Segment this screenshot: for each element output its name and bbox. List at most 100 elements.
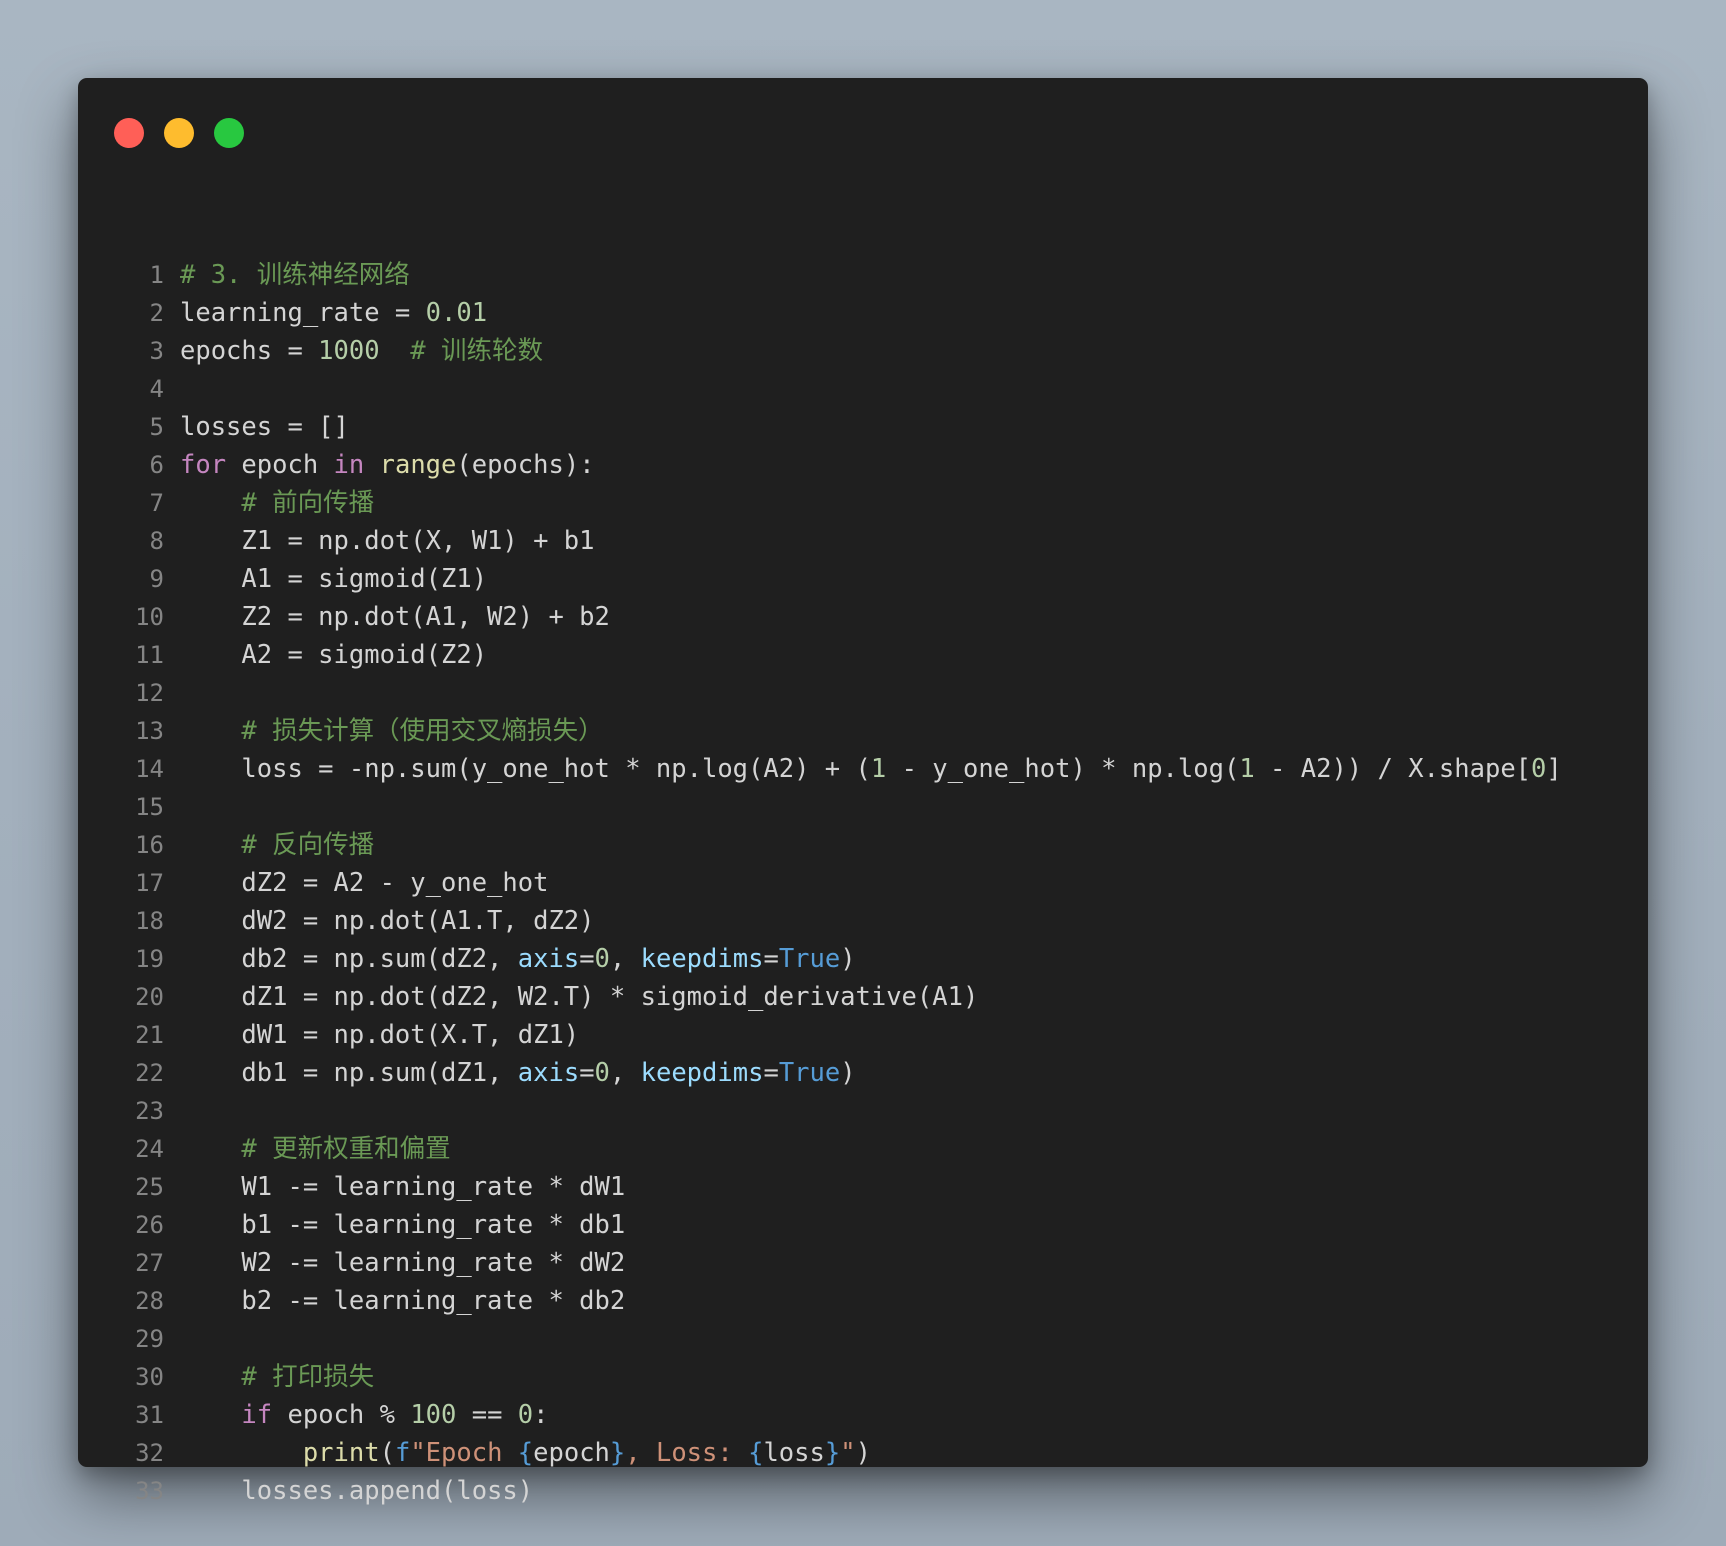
code-line: 13 # 损失计算（使用交叉熵损失）	[78, 712, 1648, 750]
code-token: 训练轮数	[441, 336, 544, 366]
code-text: losses = []	[180, 408, 349, 446]
code-token: dZ1 = np.dot(dZ2, W2.T) * sigmoid_deriva…	[180, 982, 979, 1012]
code-token: W1 -= learning_rate * dW1	[180, 1172, 626, 1202]
code-text: W1 -= learning_rate * dW1	[180, 1168, 625, 1206]
code-line: 31 if epoch % 100 == 0:	[78, 1396, 1648, 1434]
code-token: A2 = sigmoid(Z2)	[180, 640, 488, 670]
line-number: 21	[135, 1021, 164, 1049]
code-line: 15	[78, 788, 1648, 826]
code-token: ]	[1546, 754, 1562, 784]
line-number: 1	[149, 261, 164, 289]
line-number: 19	[135, 945, 164, 973]
line-number: 9	[149, 565, 164, 593]
code-window: 1 # 3. 训练神经网络 2 learning_rate = 0.01 3 epochs…	[78, 78, 1648, 1506]
code-line: 20 dZ1 = np.dot(dZ2, W2.T) * sigmoid_der…	[78, 978, 1648, 1016]
code-token: 1000	[318, 336, 380, 366]
code-text: db1 = np.sum(dZ1, axis=0, keepdims=True)	[180, 1054, 855, 1092]
code-line: 33 losses.append(loss)	[78, 1472, 1648, 1510]
code-text: W2 -= learning_rate * dW2	[180, 1244, 625, 1282]
code-token: ,	[609, 944, 641, 974]
code-token: Z1 = np.dot(X, W1) + b1	[180, 526, 595, 556]
code-line: 23	[78, 1092, 1648, 1130]
code-token: in	[333, 450, 365, 480]
code-token: Z2 = np.dot(A1, W2) + b2	[180, 602, 610, 632]
code-token: True	[778, 1058, 841, 1088]
line-number: 12	[135, 679, 164, 707]
code-line: 6 for epoch in range(epochs):	[78, 446, 1648, 484]
code-token: dZ2 = A2 - y_one_hot	[180, 868, 549, 898]
code-token: 100	[410, 1400, 457, 1430]
code-text: losses.append(loss)	[180, 1472, 533, 1510]
code-line: 10 Z2 = np.dot(A1, W2) + b2	[78, 598, 1648, 636]
minimize-button[interactable]	[164, 118, 194, 148]
code-line: 24 # 更新权重和偏置	[78, 1130, 1648, 1168]
code-token: A1 = sigmoid(Z1)	[180, 564, 488, 594]
code-line: 26 b1 -= learning_rate * db1	[78, 1206, 1648, 1244]
code-line: 7 # 前向传播	[78, 484, 1648, 522]
code-text: dW1 = np.dot(X.T, dZ1)	[180, 1016, 579, 1054]
code-text: loss = -np.sum(y_one_hot * np.log(A2) + …	[180, 750, 1562, 788]
code-token: dW1 = np.dot(X.T, dZ1)	[180, 1020, 580, 1050]
line-number: 20	[135, 983, 164, 1011]
line-number: 14	[135, 755, 164, 783]
code-token: db2 = np.sum(dZ2,	[180, 944, 518, 974]
line-number: 7	[149, 489, 164, 517]
code-token: 损失计算（使用交叉熵损失）	[272, 716, 604, 746]
line-number: 22	[135, 1059, 164, 1087]
code-token: #	[394, 336, 442, 366]
code-token: if	[241, 1400, 273, 1430]
code-token: range	[379, 450, 457, 480]
line-number: 30	[135, 1363, 164, 1391]
code-line: 1 # 3. 训练神经网络	[78, 256, 1648, 294]
line-number: 26	[135, 1211, 164, 1239]
line-number: 2	[149, 299, 164, 327]
maximize-button[interactable]	[214, 118, 244, 148]
line-number: 16	[135, 831, 164, 859]
line-number: 28	[135, 1287, 164, 1315]
code-text: # 3. 训练神经网络	[180, 256, 410, 294]
code-text: # 打印损失	[180, 1358, 374, 1396]
code-token: db1 = np.sum(dZ1,	[180, 1058, 518, 1088]
code-token: ,	[609, 1058, 641, 1088]
code-text: db2 = np.sum(dZ2, axis=0, keepdims=True)	[180, 940, 855, 978]
code-token: #	[241, 1362, 273, 1392]
close-button[interactable]	[114, 118, 144, 148]
code-token: ==	[456, 1400, 518, 1430]
code-token: b2 -= learning_rate * db2	[180, 1286, 626, 1316]
code-token: 更新权重和偏置	[272, 1134, 451, 1164]
line-number: 33	[135, 1477, 164, 1505]
code-text: Z2 = np.dot(A1, W2) + b2	[180, 598, 610, 636]
line-number: 25	[135, 1173, 164, 1201]
line-number: 32	[135, 1439, 164, 1467]
code-token: =	[763, 1058, 779, 1088]
code-token: 0	[1531, 754, 1547, 784]
code-token: "Epoch	[410, 1438, 518, 1468]
code-token: (	[379, 1438, 395, 1468]
code-text: # 反向传播	[180, 826, 374, 864]
code-line: 11 A2 = sigmoid(Z2)	[78, 636, 1648, 674]
line-number: 27	[135, 1249, 164, 1277]
code-token: True	[778, 944, 841, 974]
code-token: 0	[517, 1400, 534, 1430]
code-token: learning_rate =	[180, 298, 426, 328]
code-token: f	[394, 1438, 411, 1468]
line-number: 18	[135, 907, 164, 935]
code-line: 4	[78, 370, 1648, 408]
code-token: keepdims	[640, 1058, 764, 1088]
code-text: for epoch in range(epochs):	[180, 446, 595, 484]
code-token: loss = -np.sum(y_one_hot * np.log(A2) + …	[180, 754, 871, 784]
code-text: dW2 = np.dot(A1.T, dZ2)	[180, 902, 594, 940]
line-number: 10	[135, 603, 164, 631]
line-number: 5	[149, 413, 164, 441]
code-line: 12	[78, 674, 1648, 712]
line-number: 15	[135, 793, 164, 821]
code-token: - y_one_hot) * np.log(	[886, 754, 1240, 784]
code-line: 29	[78, 1320, 1648, 1358]
